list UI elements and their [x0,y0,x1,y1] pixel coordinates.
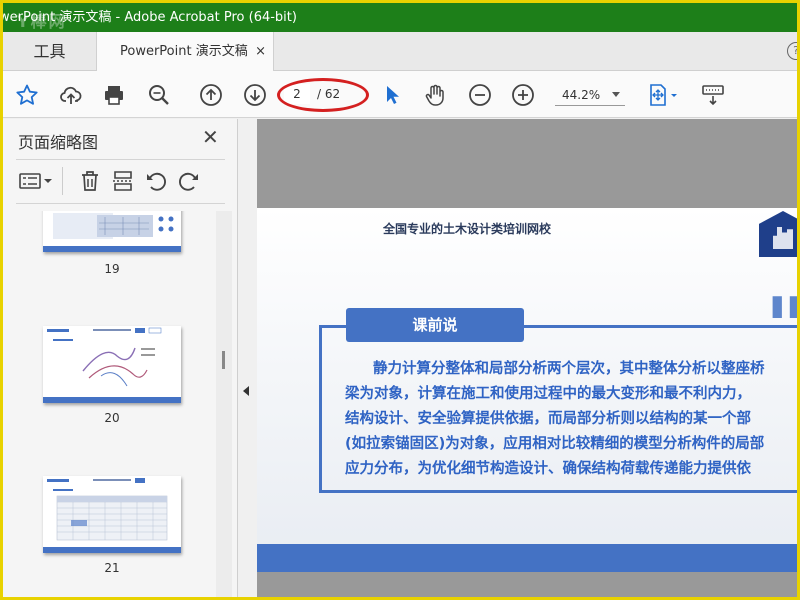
tab-close-icon[interactable]: × [255,32,266,72]
panel-title: 页面缩略图 [18,133,99,152]
slide-header-text: 全国专业的土木设计类培训网校 [382,222,551,236]
cloud-upload-icon[interactable] [58,82,84,108]
thumbnail-list: 19 20 21 [3,211,238,597]
divider [16,159,225,160]
page-thumbnail-21[interactable] [43,476,181,553]
thumbnail-footer-bar [43,397,181,403]
content-line: 结构设计、安全验算提供依据，而局部分析则以结构的某一个部 [345,411,751,427]
page-thumbnail-19[interactable] [43,211,181,252]
print-icon[interactable] [101,82,127,108]
school-logo-icon [759,211,797,257]
toolbar-separator [62,167,63,195]
zoom-out-icon[interactable] [467,82,493,108]
rotate-left-icon[interactable] [144,169,168,193]
close-icon[interactable]: ✕ [202,127,219,147]
tab-bar: 工具 PowerPoint 演示文稿 × ? [3,32,797,72]
zoom-level-select[interactable]: 44.2% [555,84,625,106]
content-line: 静力计算分整体和局部分析两个层次，其中整体分析以整座桥 [373,361,765,377]
thumbnail-label: 20 [104,411,120,425]
rotate-right-icon[interactable] [177,169,201,193]
content-line: 梁为对象，计算在施工和使用过程中的最大变形和最不利内力， [345,386,751,402]
page-thumbnails-panel: 页面缩略图 ✕ 19 20 21 [3,119,238,597]
fit-page-icon[interactable] [647,82,681,108]
slide-footer-bar [257,544,797,572]
content-line: (如拉索锚固区)为对象，应用相对比较精细的模型分析构件的局部 [345,436,765,452]
options-menu-icon[interactable] [18,169,54,193]
hand-tool-icon[interactable] [422,82,448,108]
scrollbar-grip[interactable] [222,351,225,369]
annotation-ellipse [277,78,369,112]
page-thumbnail-20[interactable] [43,326,181,403]
slide-page: 全国专业的土木设计类培训网校 " 课前说 静力计算分整体和局部分析两个层次，其中… [257,208,797,572]
thumbnail-footer-bar [43,547,181,553]
app-window: werPoint 演示文稿 - Adobe Acrobat Pro (64-bi… [0,0,800,600]
next-page-icon[interactable] [242,82,268,108]
thumbnail-label: 21 [104,561,120,575]
content-line: 应力分布，为优化细节构造设计、确保结构荷载传递能力提供依 [345,461,751,477]
tab-document[interactable]: PowerPoint 演示文稿 × [96,32,274,72]
trash-icon[interactable] [78,169,102,193]
content-paragraph: 静力计算分整体和局部分析两个层次，其中整体分析以整座桥 梁为对象，计算在施工和使… [345,357,797,482]
thumbnail-preview [43,326,181,387]
previous-page-icon[interactable] [198,82,224,108]
star-icon[interactable] [14,82,40,108]
insert-page-icon[interactable] [111,169,135,193]
help-icon[interactable]: ? [787,42,797,60]
thumbnail-preview [47,478,168,541]
watermark: Y棒网 [17,12,67,31]
document-view[interactable]: 全国专业的土木设计类培训网校 " 课前说 静力计算分整体和局部分析两个层次，其中… [257,119,797,597]
content-tag: 课前说 [346,308,524,342]
thumbnail-label: 19 [104,262,120,276]
tab-document-label: PowerPoint 演示文稿 [120,44,248,59]
zoom-search-icon[interactable] [146,82,172,108]
keyboard-scroll-icon[interactable] [700,82,726,108]
thumbnail-toolbar [16,167,225,197]
divider [16,203,225,204]
thumbnail-scrollbar[interactable] [216,211,232,597]
chevron-down-icon [612,92,620,97]
title-bar: werPoint 演示文稿 - Adobe Acrobat Pro (64-bi… [3,3,797,32]
select-cursor-icon[interactable] [379,82,405,108]
main-toolbar: 2 / 62 44.2% [3,71,797,118]
zoom-in-icon[interactable] [510,82,536,108]
thumbnail-footer-bar [43,246,181,252]
zoom-level-value: 44.2% [562,88,601,102]
tab-tools[interactable]: 工具 [3,32,96,71]
collapse-panel-icon[interactable] [243,386,249,396]
